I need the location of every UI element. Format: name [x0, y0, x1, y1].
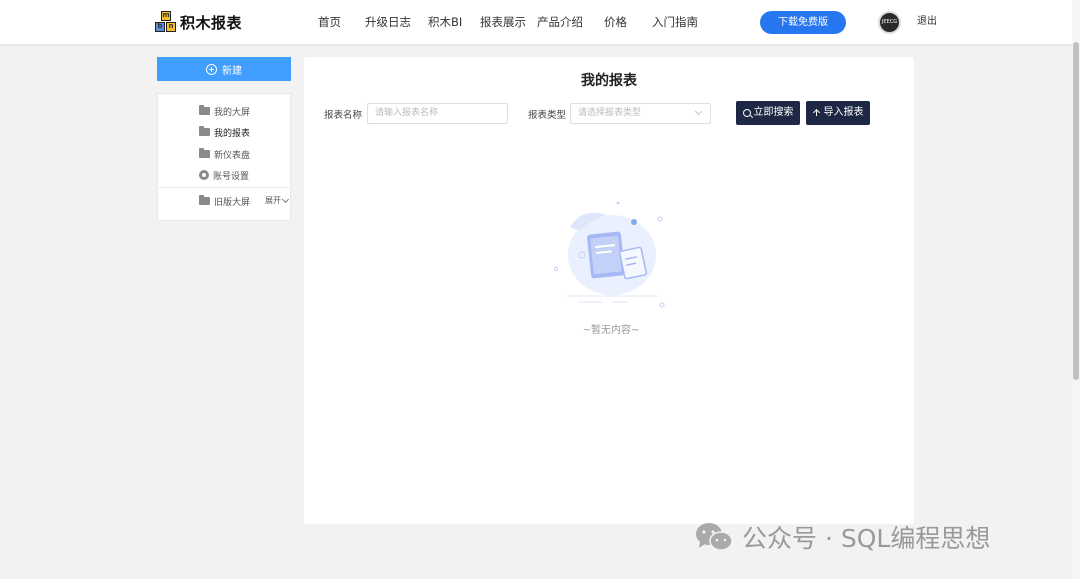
- logo-text: 积木报表: [180, 12, 242, 33]
- nav-bi[interactable]: 积木BI: [428, 0, 462, 44]
- new-button-label: 新建: [222, 62, 242, 77]
- folder-icon: [199, 197, 210, 205]
- chevron-down-icon: [695, 108, 702, 115]
- import-button[interactable]: 导入报表: [806, 101, 870, 125]
- nav-product[interactable]: 产品介绍: [537, 0, 583, 44]
- report-name-label: 报表名称: [324, 107, 362, 121]
- logo-icon: m b n: [155, 11, 177, 33]
- sidebar-item-new-dashboard[interactable]: 新仪表盘: [199, 147, 250, 161]
- watermark: 公众号 · SQL编程思想: [694, 519, 990, 555]
- folder-icon: [199, 107, 210, 115]
- sidebar-item-account-settings[interactable]: 账号设置: [199, 168, 249, 182]
- wechat-icon: [694, 521, 734, 553]
- sidebar: 我的大屏 我的报表 新仪表盘 账号设置 旧版大屏 展开: [157, 93, 291, 221]
- scrollbar-thumb[interactable]: [1073, 42, 1079, 380]
- page-title: 我的报表: [304, 70, 914, 90]
- nav-changelog[interactable]: 升级日志: [365, 0, 411, 44]
- search-button[interactable]: 立即搜索: [736, 101, 800, 125]
- report-type-select[interactable]: 请选择报表类型: [570, 103, 711, 124]
- plus-circle-icon: [206, 64, 217, 75]
- sidebar-item-old-screens[interactable]: 旧版大屏: [199, 194, 250, 208]
- search-icon: [743, 109, 751, 117]
- divider: [158, 187, 290, 188]
- main-panel: 我的报表 报表名称 请输入报表名称 报表类型 请选择报表类型 立即搜索 导入报表: [304, 57, 914, 524]
- report-name-input[interactable]: 请输入报表名称: [367, 103, 508, 124]
- sidebar-item-my-reports[interactable]: 我的报表: [199, 125, 250, 139]
- chevron-down-icon: [282, 195, 289, 202]
- scrollbar[interactable]: [1072, 0, 1080, 579]
- logout-link[interactable]: 退出: [917, 0, 937, 44]
- gear-icon: [199, 170, 209, 180]
- nav-home[interactable]: 首页: [318, 0, 341, 44]
- empty-state-illustration: [552, 197, 672, 317]
- folder-icon: [199, 150, 210, 158]
- nav-price[interactable]: 价格: [604, 0, 627, 44]
- nav-showcase[interactable]: 报表展示: [480, 0, 526, 44]
- top-navbar: m b n 积木报表 首页 升级日志 积木BI 报表展示 产品介绍 价格 入门指…: [0, 0, 1072, 44]
- expand-toggle[interactable]: 展开: [265, 195, 288, 206]
- watermark-text: 公众号 · SQL编程思想: [742, 519, 990, 555]
- sidebar-item-my-screens[interactable]: 我的大屏: [199, 104, 250, 118]
- folder-icon: [199, 128, 210, 136]
- avatar[interactable]: JEECG: [878, 11, 901, 34]
- nav-guide[interactable]: 入门指南: [652, 0, 698, 44]
- logo[interactable]: m b n 积木报表: [155, 11, 242, 33]
- new-button[interactable]: 新建: [157, 57, 291, 81]
- download-button[interactable]: 下载免费版: [760, 11, 846, 34]
- empty-state-text: ~暂无内容~: [304, 321, 918, 336]
- report-type-label: 报表类型: [528, 107, 566, 121]
- upload-icon: [813, 109, 821, 118]
